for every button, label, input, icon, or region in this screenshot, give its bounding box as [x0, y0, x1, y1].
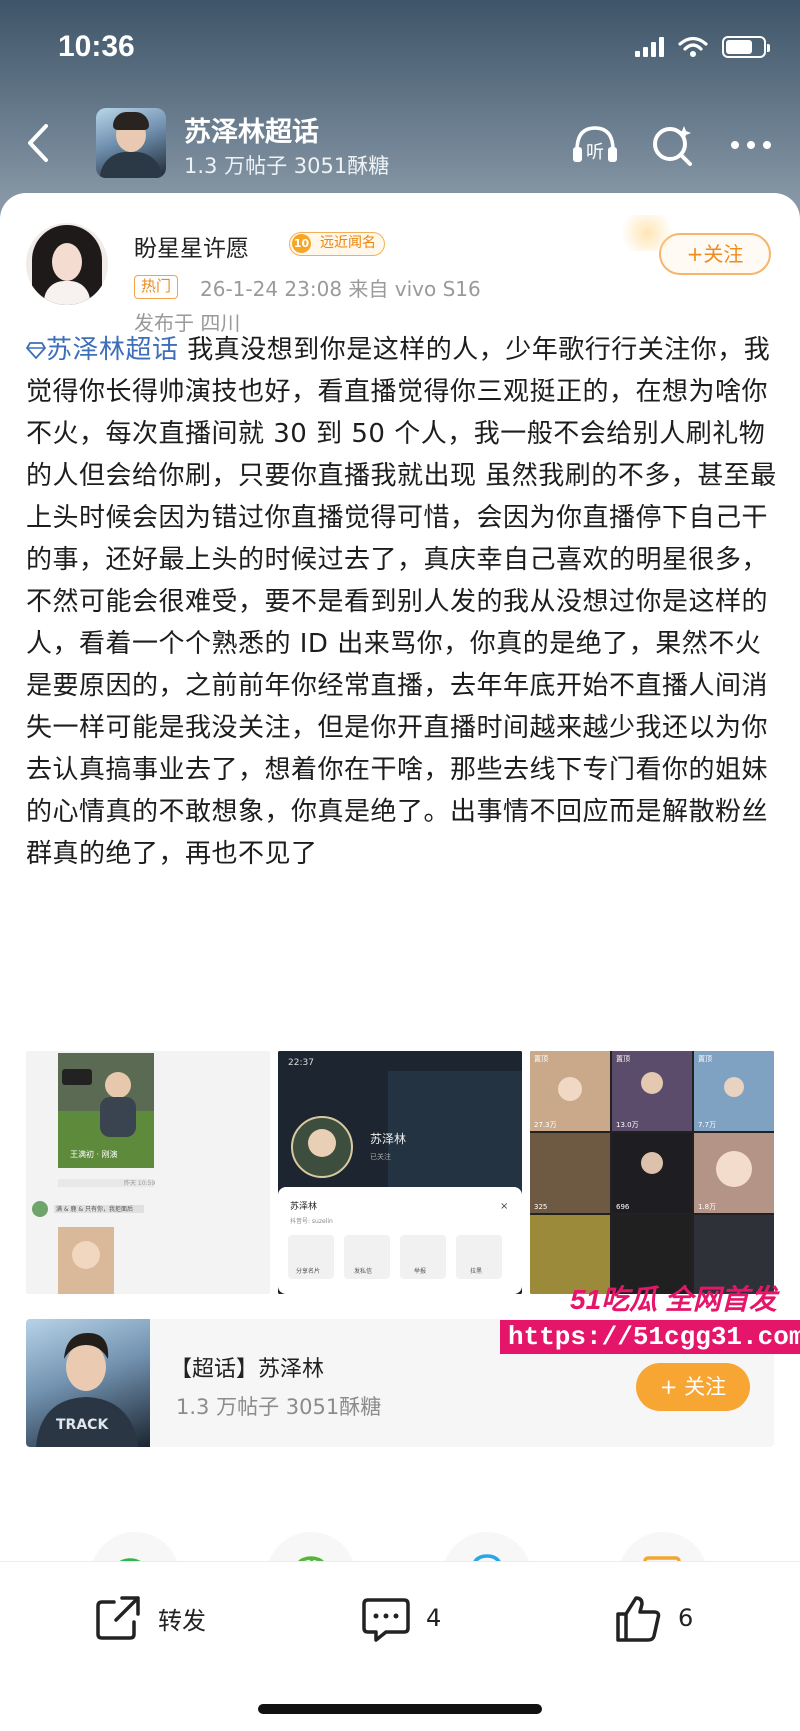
img3-tag-2: 置顶 [616, 1055, 630, 1063]
author-name[interactable]: 盼星星许愿 [134, 229, 249, 263]
wifi-icon [678, 36, 708, 57]
like-count: 6 [678, 1604, 694, 1632]
follow-button[interactable]: +关注 [615, 215, 771, 275]
more-button[interactable] [724, 118, 778, 172]
comment-count: 4 [426, 1604, 442, 1632]
img3-count-6: 1.8万 [698, 1203, 716, 1211]
img3-tag-3: 置顶 [698, 1055, 712, 1063]
listen-icon: 听 [573, 126, 617, 163]
comment-icon [362, 1598, 410, 1642]
topic-avatar[interactable] [96, 108, 166, 178]
img3-count-4: 325 [534, 1203, 547, 1211]
img3-count-1: 27.3万 [534, 1121, 557, 1129]
more-icon [731, 141, 771, 149]
repost-button[interactable]: 转发 [92, 1590, 206, 1646]
repost-label: 转发 [158, 1606, 206, 1635]
img3-count-3: 7.7万 [698, 1121, 716, 1129]
author-avatar[interactable] [26, 223, 108, 305]
img3-count-5: 696 [616, 1203, 630, 1211]
level-badge[interactable]: 10 远近闻名 [289, 232, 385, 256]
img1-caption-b: 昨天 10:59 [124, 1179, 155, 1187]
img2-action-report: 举报 [414, 1267, 426, 1275]
level-badge-label: 远近闻名 [320, 235, 376, 251]
chat-screenshot: 王满初 · 刚演 昨天 10:59 满 & 鹿 & 只有你，我拒面后 [26, 1051, 270, 1294]
super-topic-follow-button[interactable]: + 关注 [636, 1363, 750, 1411]
post-card: 盼星星许愿 10 远近闻名 热门 26-1-24 23:08 来自 vivo S… [0, 193, 800, 1731]
post-body: 苏泽林超话 我真没想到你是这样的人，少年歌行行关注你，我觉得你长得帅演技也好，看… [25, 329, 778, 875]
repost-icon [96, 1596, 140, 1640]
post-text: 我真没想到你是这样的人，少年歌行行关注你，我觉得你长得帅演技也好，看直播觉得你三… [26, 335, 777, 869]
super-topic-title: 【超话】苏泽林 [170, 1357, 325, 1382]
img2-time: 22:37 [288, 1058, 314, 1068]
video-grid-screenshot: 置顶 置顶 置顶 27.3万 13.0万 7.7万 325 696 1.8万 [530, 1051, 774, 1294]
img2-sheet-id: 抖音号: suzelin [290, 1217, 333, 1225]
level-number: 10 [292, 234, 311, 253]
topic-link[interactable]: 苏泽林超话 [46, 335, 179, 365]
like-icon [616, 1596, 661, 1642]
super-topic-stats: 1.3 万帖子 3051酥糖 [176, 1395, 382, 1419]
img2-sheet-name: 苏泽林 [290, 1200, 317, 1212]
img2-name: 苏泽林 [370, 1132, 406, 1146]
back-button[interactable] [18, 118, 58, 168]
topic-stats: 1.3 万帖子 3051酥糖 [184, 154, 390, 178]
img2-sub: 已关注 [370, 1152, 391, 1161]
img3-count-2: 13.0万 [616, 1121, 639, 1129]
img3-tag-1: 置顶 [534, 1055, 548, 1063]
battery-icon [722, 36, 770, 58]
post-image-2[interactable]: 22:37 苏泽林 已关注 苏泽林 抖音号: suzelin × 分享名片 发私… [278, 1051, 522, 1294]
watermark-title: 51吃瓜 全网首发 [570, 1284, 777, 1315]
signal-icon [635, 37, 664, 57]
img2-action-block: 拉黑 [470, 1267, 482, 1275]
bottom-action-bar: 转发 4 6 [0, 1561, 800, 1731]
topic-title[interactable]: 苏泽林超话 [184, 110, 319, 149]
search-button[interactable] [646, 118, 700, 172]
listen-label: 听 [586, 142, 604, 163]
hot-tag: 热门 [134, 275, 179, 299]
img1-chat-name: 满 & 鹿 & 只有你，我拒面后 [56, 1205, 133, 1213]
profile-screenshot: 22:37 苏泽林 已关注 苏泽林 抖音号: suzelin × 分享名片 发私… [278, 1051, 522, 1294]
search-icon [653, 126, 692, 166]
img2-action-share: 分享名片 [296, 1267, 320, 1275]
img2-action-dm: 发私信 [354, 1267, 372, 1275]
like-button[interactable]: 6 [612, 1590, 693, 1646]
diamond-icon [25, 342, 47, 360]
post-meta: 26-1-24 23:08 来自 vivo S16 [200, 277, 481, 301]
comment-button[interactable]: 4 [360, 1590, 441, 1646]
home-indicator[interactable] [258, 1704, 542, 1714]
svg-text:TRACK: TRACK [56, 1417, 109, 1433]
img2-close-icon: × [500, 1201, 508, 1212]
post-image-3[interactable]: 置顶 置顶 置顶 27.3万 13.0万 7.7万 325 696 1.8万 [530, 1051, 774, 1294]
status-icons [635, 36, 770, 58]
listen-button[interactable]: 听 [568, 118, 622, 172]
watermark-url: https://51cgg31.com [500, 1320, 800, 1354]
super-topic-image: TRACK [26, 1319, 150, 1447]
img1-caption-a: 王满初 · 刚演 [70, 1149, 118, 1159]
back-icon [28, 124, 48, 162]
status-time: 10:36 [58, 30, 135, 63]
post-image-1[interactable]: 王满初 · 刚演 昨天 10:59 满 & 鹿 & 只有你，我拒面后 [26, 1051, 270, 1294]
